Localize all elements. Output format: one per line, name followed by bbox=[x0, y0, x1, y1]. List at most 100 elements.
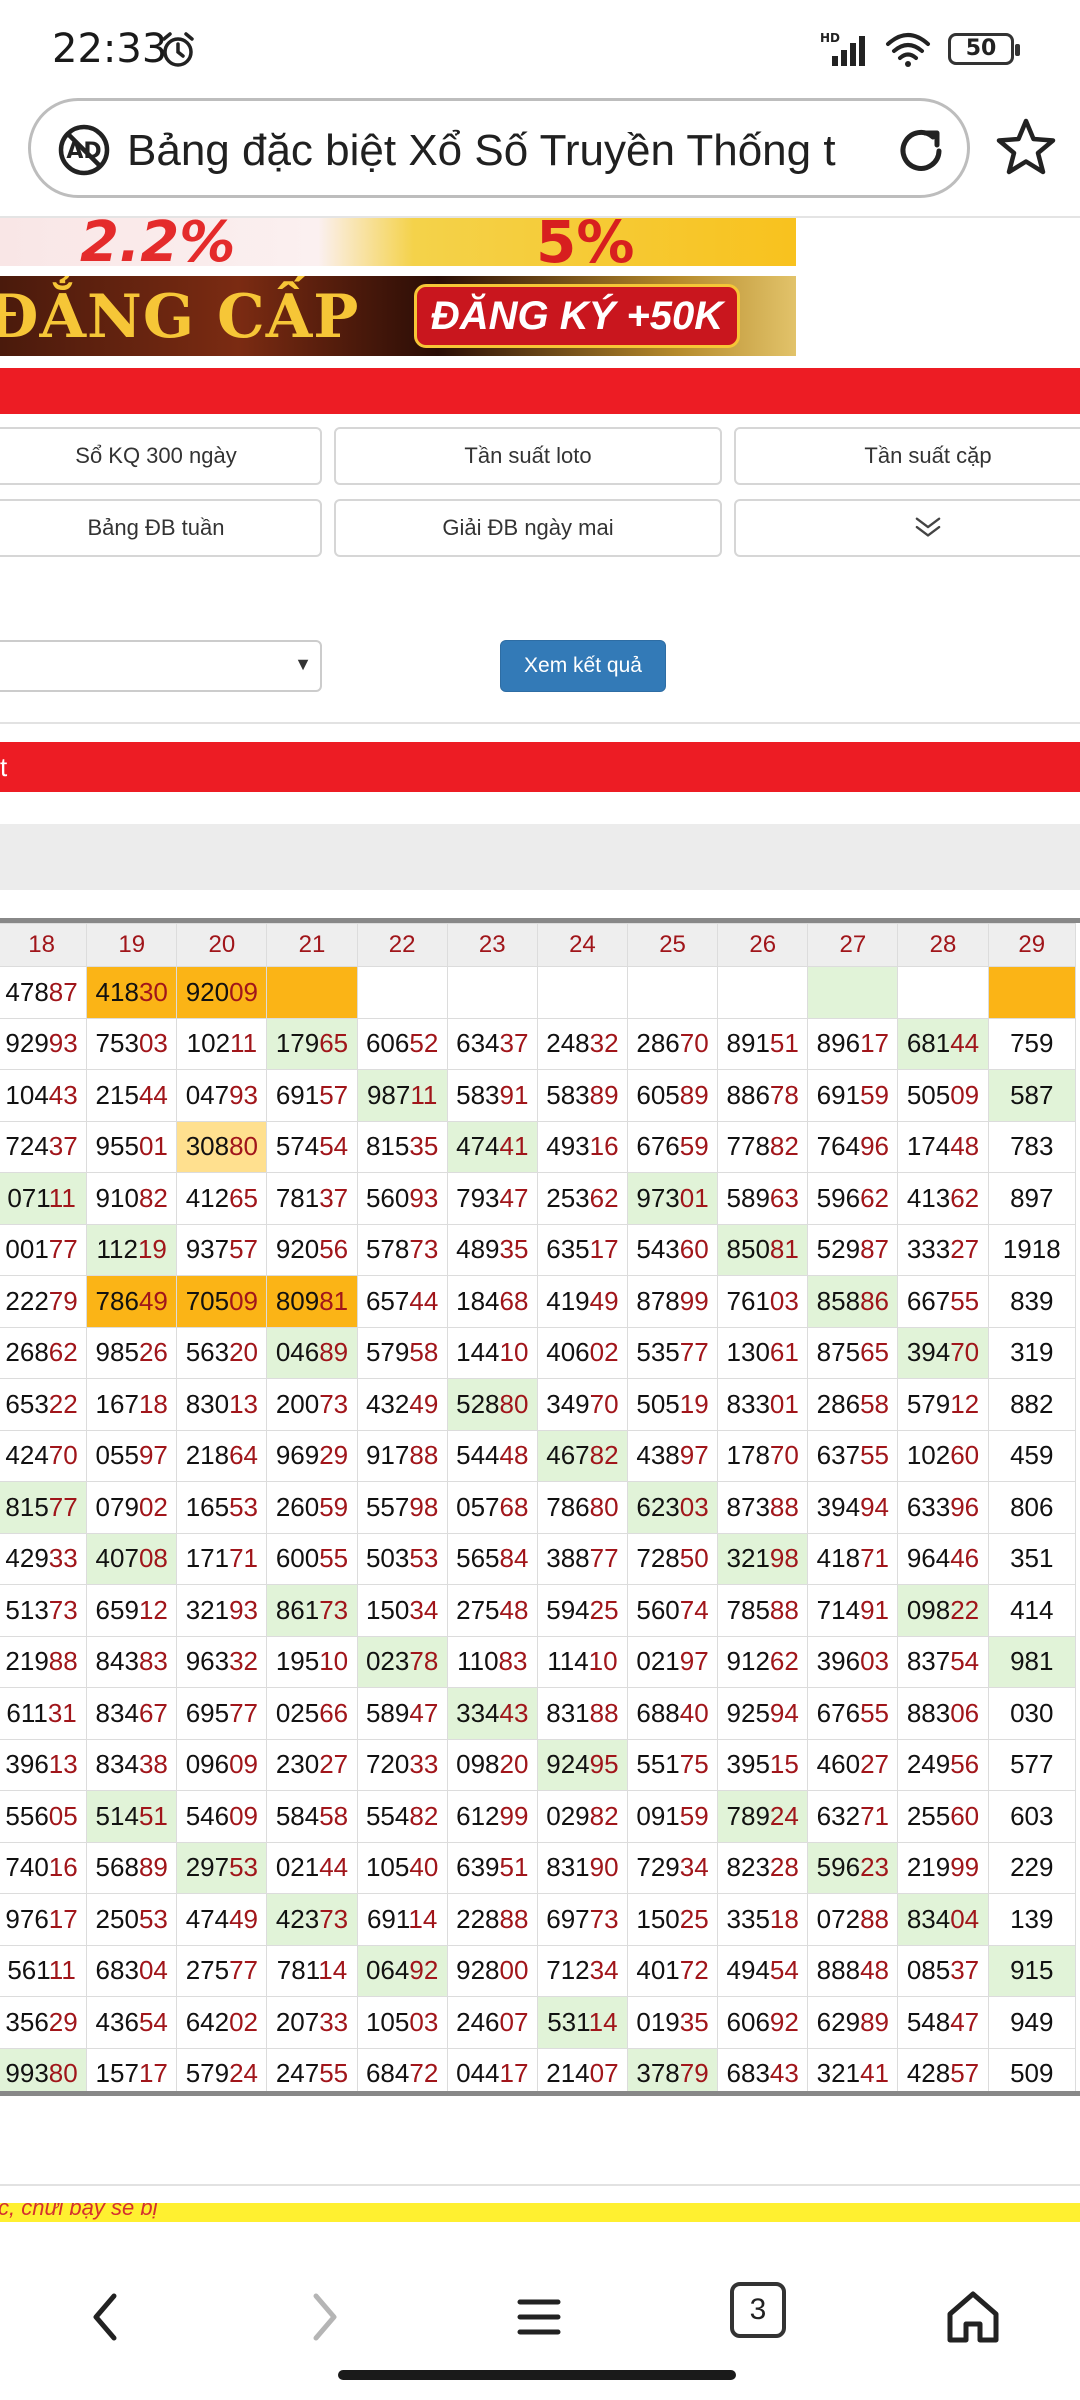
table-row: 35629 43654 64202 20733 10503 24607 53114 01935… bbox=[0, 1996, 1077, 2049]
back-icon[interactable] bbox=[72, 2282, 142, 2352]
ad-block-icon[interactable]: AD bbox=[57, 123, 111, 177]
result-cell: 88678 bbox=[717, 1069, 809, 1122]
nav-results-300-days[interactable]: Sổ KQ 300 ngày bbox=[0, 427, 322, 485]
result-cell: 17870 bbox=[717, 1429, 809, 1482]
result-cell: 41362 bbox=[897, 1172, 989, 1225]
result-cell: 88848 bbox=[807, 1944, 899, 1997]
table-row: 22279 78649 70509 80981 65744 18468 41949 87899… bbox=[0, 1275, 1077, 1328]
result-cell: 68343 bbox=[717, 2047, 809, 2091]
result-cell: 52880 bbox=[446, 1378, 538, 1431]
promo-banner-top[interactable]: 2.2% 5% bbox=[0, 218, 796, 266]
result-cell: 949 bbox=[987, 1996, 1077, 2049]
special-prize-table[interactable]: 18 19 20 21 22 23 24 25 26 27 28 29 47887 41830 92009… bbox=[0, 918, 1080, 2096]
result-cell: 91788 bbox=[356, 1429, 448, 1482]
result-cell: 19510 bbox=[266, 1635, 358, 1688]
result-cell: 04417 bbox=[446, 2047, 538, 2091]
menu-icon[interactable] bbox=[504, 2282, 574, 2352]
result-cell: 56889 bbox=[86, 1841, 178, 1894]
result-cell: 21864 bbox=[176, 1429, 268, 1482]
result-cell: 57958 bbox=[356, 1326, 448, 1379]
nav-weekly-special-table[interactable]: Bảng ĐB tuần bbox=[0, 499, 322, 557]
result-cell: 897 bbox=[987, 1172, 1077, 1225]
result-cell: 25053 bbox=[86, 1893, 178, 1946]
result-cell: 759 bbox=[987, 1017, 1077, 1070]
result-cell bbox=[897, 966, 989, 1019]
result-cell: 42470 bbox=[0, 1429, 88, 1482]
result-cell: 58963 bbox=[717, 1172, 809, 1225]
date-range-select[interactable]: ▼ bbox=[0, 640, 322, 692]
result-cell: 577 bbox=[987, 1738, 1077, 1791]
forward-icon[interactable] bbox=[288, 2282, 358, 2352]
result-cell: 97617 bbox=[0, 1893, 88, 1946]
banner-register-button[interactable]: ĐĂNG KÝ +50K bbox=[414, 284, 740, 348]
result-cell: 43249 bbox=[356, 1378, 448, 1431]
result-cell: 98711 bbox=[356, 1069, 448, 1122]
result-cell: 51451 bbox=[86, 1790, 178, 1843]
result-cell: 67659 bbox=[626, 1120, 719, 1173]
result-cell: 41265 bbox=[176, 1172, 268, 1225]
url-text[interactable]: Bảng đặc biệt Xổ Số Truyền Thống t bbox=[127, 121, 887, 181]
column-header: 24 bbox=[536, 923, 628, 967]
result-cell: 54360 bbox=[626, 1223, 719, 1276]
result-cell: 16553 bbox=[176, 1481, 268, 1534]
result-cell: 41871 bbox=[807, 1532, 899, 1585]
result-cell: 05768 bbox=[446, 1481, 538, 1534]
column-header: 21 bbox=[266, 923, 358, 967]
result-cell: 43654 bbox=[86, 1996, 178, 2049]
result-cell: 58391 bbox=[446, 1069, 538, 1122]
home-indicator[interactable] bbox=[338, 2370, 736, 2380]
select-caret-icon: ▼ bbox=[294, 654, 312, 674]
table-row: 55605 51451 54609 58458 55482 61299 02982 09159… bbox=[0, 1790, 1077, 1843]
star-icon[interactable] bbox=[993, 115, 1059, 181]
result-cell: 22888 bbox=[446, 1893, 538, 1946]
result-cell: 62989 bbox=[807, 1996, 899, 2049]
result-cell: 87565 bbox=[807, 1326, 899, 1379]
result-cell: 26059 bbox=[266, 1481, 358, 1534]
result-cell: 56074 bbox=[626, 1584, 719, 1637]
result-cell: 02197 bbox=[626, 1635, 719, 1688]
result-cell: 68472 bbox=[356, 2047, 448, 2091]
result-cell: 79347 bbox=[446, 1172, 538, 1225]
view-results-button[interactable]: Xem kết quả bbox=[500, 640, 666, 692]
tabs-icon[interactable]: 3 bbox=[730, 2282, 786, 2338]
result-cell: 24956 bbox=[897, 1738, 989, 1791]
result-cell: 92594 bbox=[717, 1687, 809, 1740]
result-cell: 91082 bbox=[86, 1172, 178, 1225]
result-cell: 32141 bbox=[807, 2047, 899, 2091]
result-cell: 32193 bbox=[176, 1584, 268, 1637]
table-title-bar: t bbox=[0, 742, 1080, 792]
result-cell: 27548 bbox=[446, 1584, 538, 1637]
result-cell: 09822 bbox=[897, 1584, 989, 1637]
battery-indicator: 50 bbox=[948, 33, 1020, 65]
result-cell: 83754 bbox=[897, 1635, 989, 1688]
result-cell: 80981 bbox=[266, 1275, 358, 1328]
nav-tomorrow-special-prize[interactable]: Giải ĐB ngày mai bbox=[334, 499, 722, 557]
nav-pair-frequency[interactable]: Tần suất cặp bbox=[734, 427, 1080, 485]
result-cell: 85886 bbox=[807, 1275, 899, 1328]
rules-ticker-text: c, chửi bậy sẽ bị bbox=[0, 2203, 158, 2220]
result-cell: 030 bbox=[987, 1687, 1077, 1740]
result-cell: 07288 bbox=[807, 1893, 899, 1946]
result-cell: 28670 bbox=[626, 1017, 719, 1070]
result-cell: 39603 bbox=[807, 1635, 899, 1688]
result-cell: 02144 bbox=[266, 1841, 358, 1894]
result-cell: 351 bbox=[987, 1532, 1077, 1585]
status-time: 22:33 bbox=[52, 26, 168, 72]
promo-banner-bottom[interactable]: ĐẲNG CẤP ĐĂNG KÝ +50K bbox=[0, 276, 796, 356]
result-cell: 39613 bbox=[0, 1738, 88, 1791]
nav-expand-button[interactable] bbox=[734, 499, 1080, 557]
reload-icon[interactable] bbox=[891, 121, 951, 181]
home-icon[interactable] bbox=[938, 2282, 1008, 2352]
table-row: 51373 65912 32193 86173 15034 27548 59425 56074… bbox=[0, 1584, 1077, 1637]
result-cell: 97301 bbox=[626, 1172, 719, 1225]
result-cell: 38877 bbox=[536, 1532, 628, 1585]
result-cell bbox=[536, 966, 628, 1019]
result-cell bbox=[626, 966, 719, 1019]
address-bar[interactable]: AD Bảng đặc biệt Xổ Số Truyền Thống t bbox=[28, 98, 970, 198]
nav-loto-frequency[interactable]: Tần suất loto bbox=[334, 427, 722, 485]
result-cell: 85081 bbox=[717, 1223, 809, 1276]
result-cell: 63271 bbox=[807, 1790, 899, 1843]
column-header: 28 bbox=[897, 923, 989, 967]
table-row: 65322 16718 83013 20073 43249 52880 34970 50519… bbox=[0, 1378, 1077, 1431]
result-cell: 229 bbox=[987, 1841, 1077, 1894]
